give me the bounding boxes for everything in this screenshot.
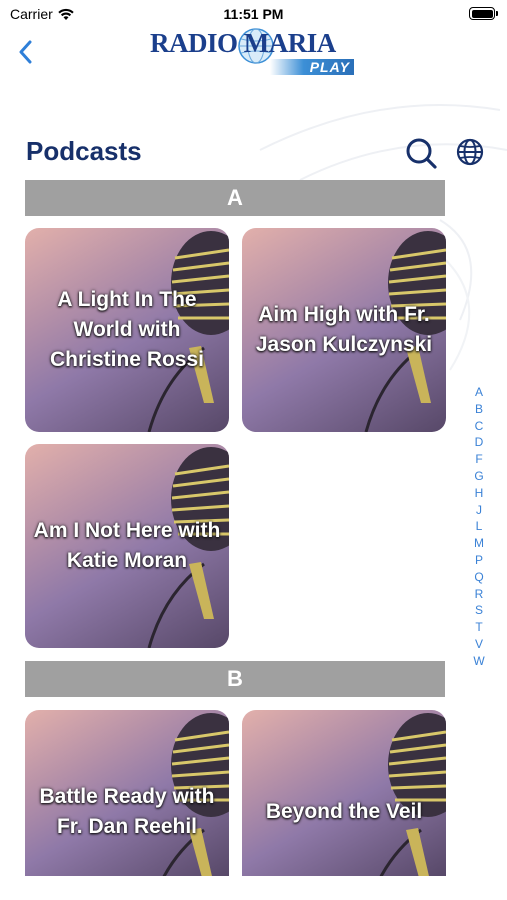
index-letter-l[interactable]: L bbox=[469, 518, 489, 535]
logo-sub-text: PLAY bbox=[269, 59, 354, 75]
podcast-card[interactable]: A Light In The World with Christine Ross… bbox=[25, 228, 229, 432]
index-letter-c[interactable]: C bbox=[469, 418, 489, 435]
battery-icon bbox=[469, 7, 498, 20]
index-letter-g[interactable]: G bbox=[469, 468, 489, 485]
globe-icon bbox=[456, 138, 484, 166]
index-letter-f[interactable]: F bbox=[469, 451, 489, 468]
index-letter-a[interactable]: A bbox=[469, 384, 489, 401]
index-letter-b[interactable]: B bbox=[469, 401, 489, 418]
page-title: Podcasts bbox=[26, 136, 142, 166]
back-button[interactable] bbox=[12, 36, 38, 68]
radio-maria-logo: RADIO MARIA PLAY bbox=[150, 26, 360, 78]
podcast-card[interactable]: Aim High with Fr. Jason Kulczynski bbox=[242, 228, 446, 432]
podcast-title: Aim High with Fr. Jason Kulczynski bbox=[255, 303, 433, 356]
search-icon bbox=[406, 138, 437, 169]
index-letter-p[interactable]: P bbox=[469, 552, 489, 569]
chevron-left-icon bbox=[19, 40, 32, 64]
podcast-card[interactable]: Beyond the Veil bbox=[242, 710, 446, 876]
index-letter-t[interactable]: T bbox=[469, 619, 489, 636]
index-letter-w[interactable]: W bbox=[469, 653, 489, 670]
index-letter-s[interactable]: S bbox=[469, 602, 489, 619]
podcast-title: Beyond the Veil bbox=[265, 800, 423, 823]
index-letter-j[interactable]: J bbox=[469, 502, 489, 519]
language-button[interactable] bbox=[455, 137, 485, 167]
logo-main-text: RADIO MARIA bbox=[150, 28, 336, 58]
podcast-title: Am I Not Here with Katie Moran bbox=[33, 519, 221, 572]
alphabet-index[interactable]: A B C D F G H J L M P Q R S T V W bbox=[469, 384, 489, 670]
podcast-card[interactable]: Battle Ready with Fr. Dan Reehil bbox=[25, 710, 229, 876]
index-letter-r[interactable]: R bbox=[469, 586, 489, 603]
index-letter-v[interactable]: V bbox=[469, 636, 489, 653]
index-letter-d[interactable]: D bbox=[469, 434, 489, 451]
section-header-a: A bbox=[25, 180, 445, 216]
index-letter-q[interactable]: Q bbox=[469, 569, 489, 586]
search-button[interactable] bbox=[404, 136, 438, 170]
section-header-b: B bbox=[25, 661, 445, 697]
clock: 11:51 PM bbox=[223, 6, 284, 22]
podcast-title: A Light In The World with Christine Ross… bbox=[49, 288, 205, 371]
index-letter-m[interactable]: M bbox=[469, 535, 489, 552]
status-bar: Carrier 11:51 PM bbox=[0, 0, 507, 28]
podcast-title: Battle Ready with Fr. Dan Reehil bbox=[39, 785, 215, 838]
index-letter-h[interactable]: H bbox=[469, 485, 489, 502]
podcast-card[interactable]: Am I Not Here with Katie Moran bbox=[25, 444, 229, 648]
